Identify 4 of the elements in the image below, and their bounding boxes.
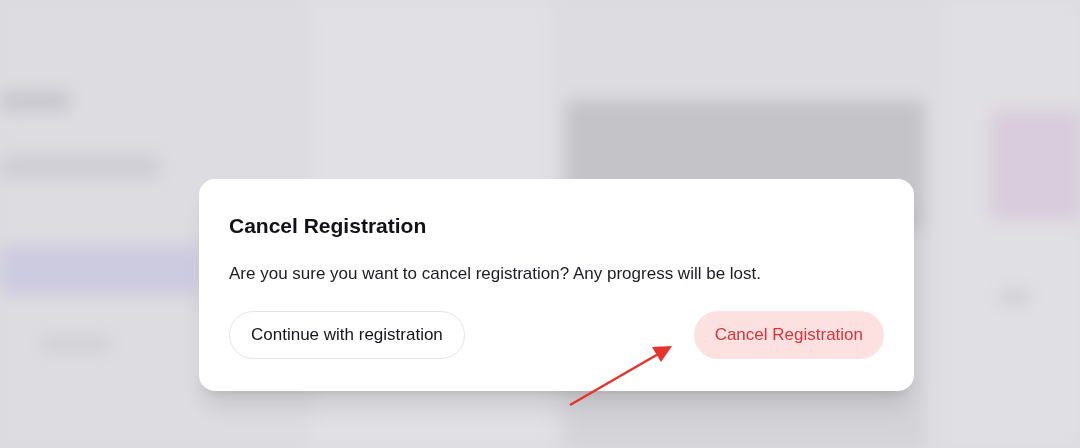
continue-button[interactable]: Continue with registration (229, 311, 465, 359)
cancel-registration-button[interactable]: Cancel Registration (693, 311, 884, 359)
dialog-message: Are you sure you want to cancel registration? Any progress will be lost. (229, 263, 762, 285)
dialog-title: Cancel Registration (229, 213, 428, 239)
